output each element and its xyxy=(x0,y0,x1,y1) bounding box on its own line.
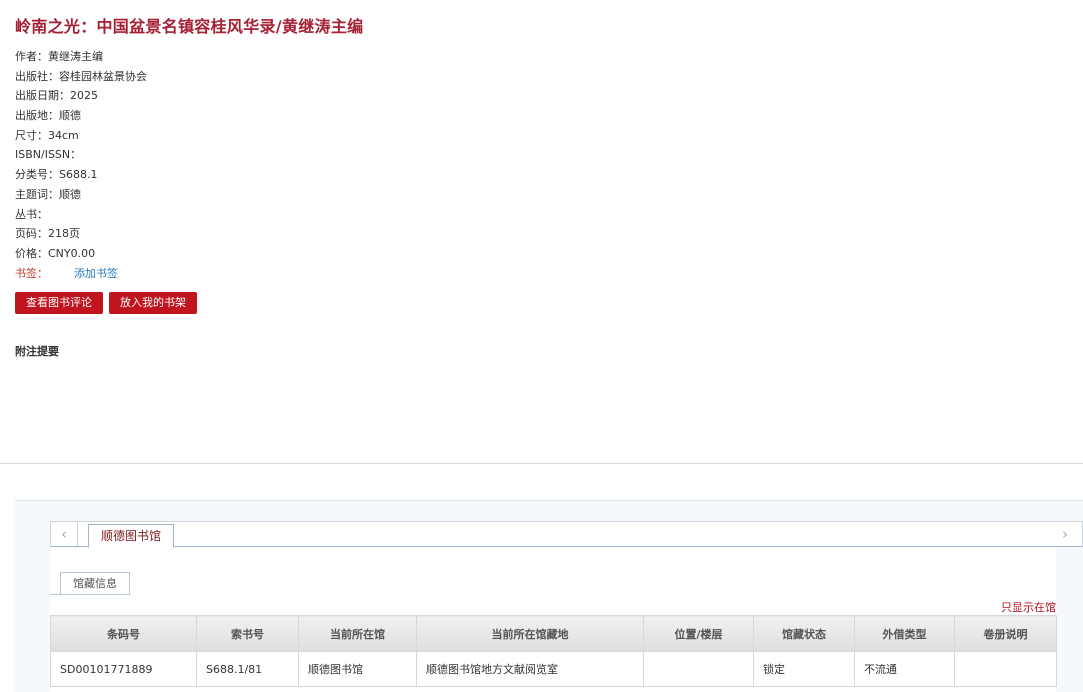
meta-pages: 页码：218页 xyxy=(15,227,80,241)
meta-isbn: ISBN/ISSN： xyxy=(15,148,82,162)
action-buttons: 查看图书评论 放入我的书架 xyxy=(15,292,201,314)
col-volume-note[interactable]: 卷册说明 xyxy=(954,615,1057,652)
meta-author: 作者：黄继涛主编 xyxy=(15,50,103,63)
tab-prev-icon[interactable]: ‹ xyxy=(51,522,78,546)
book-metadata: 作者：黄继涛主编 出版社：容桂园林盆景协会 出版日期：2025 出版地：顺德 尺… xyxy=(15,50,147,286)
meta-size: 尺寸：34cm xyxy=(15,128,79,142)
cell-current-location: 顺德图书馆地方文献阅览室 xyxy=(416,651,644,687)
col-barcode[interactable]: 条码号 xyxy=(50,615,197,652)
col-current-location[interactable]: 当前所在馆藏地 xyxy=(416,615,644,652)
cell-volume-note xyxy=(954,651,1057,687)
meta-subject: 主题词：顺德 xyxy=(15,187,81,201)
tab-next-icon[interactable]: › xyxy=(1052,522,1078,546)
meta-pub-date: 出版日期：2025 xyxy=(15,89,98,103)
col-shelf-floor[interactable]: 位置/楼层 xyxy=(643,615,754,652)
notes-heading: 附注提要 xyxy=(15,345,59,358)
table-header-row: 条码号 索书号 当前所在馆 当前所在馆藏地 位置/楼层 馆藏状态 外借类型 卷册… xyxy=(50,615,1057,652)
cell-loan-type: 不流通 xyxy=(854,651,955,687)
view-reviews-button[interactable]: 查看图书评论 xyxy=(15,292,103,314)
tab-holdings-info[interactable]: 馆藏信息 xyxy=(60,572,130,595)
meta-classification: 分类号：S688.1 xyxy=(15,168,98,182)
section-divider xyxy=(0,463,1083,464)
col-current-library[interactable]: 当前所在馆 xyxy=(298,615,417,652)
library-tab-bar: ‹ 顺德图书馆 › xyxy=(50,521,1083,548)
meta-series: 丛书： xyxy=(15,207,48,221)
tab-shunde-library[interactable]: 顺德图书馆 xyxy=(88,524,175,548)
meta-price: 价格：CNY0.00 xyxy=(15,246,96,260)
bookmark-row: 书签： 添加书签 xyxy=(15,267,147,287)
meta-publisher: 出版社：容桂园林盆景协会 xyxy=(15,69,147,83)
add-to-shelf-button[interactable]: 放入我的书架 xyxy=(109,292,197,314)
cell-shelf-floor xyxy=(643,651,754,687)
subtab-underline xyxy=(50,594,130,595)
cell-barcode: SD00101771889 xyxy=(50,651,197,687)
holdings-panel: ‹ 顺德图书馆 › 馆藏信息 只显示在馆 条码号 索书号 当前所在馆 当前所在馆… xyxy=(15,500,1083,692)
col-loan-type[interactable]: 外借类型 xyxy=(854,615,955,652)
book-title: 岭南之光：中国盆景名镇容桂风华录/黄继涛主编 xyxy=(15,17,364,36)
add-bookmark-link[interactable]: 添加书签 xyxy=(74,267,118,280)
bookmark-label: 书签： xyxy=(15,266,48,280)
col-status[interactable]: 馆藏状态 xyxy=(753,615,855,652)
cell-current-library: 顺德图书馆 xyxy=(298,651,417,687)
col-call-number[interactable]: 索书号 xyxy=(196,615,299,652)
cell-status: 锁定 xyxy=(753,651,855,687)
cell-call-number: S688.1/81 xyxy=(196,651,299,687)
holdings-table: 条码号 索书号 当前所在馆 当前所在馆藏地 位置/楼层 馆藏状态 外借类型 卷册… xyxy=(50,615,1057,687)
table-row[interactable]: SD00101771889 S688.1/81 顺德图书馆 顺德图书馆地方文献阅… xyxy=(50,651,1057,687)
holdings-content: 馆藏信息 只显示在馆 条码号 索书号 当前所在馆 当前所在馆藏地 位置/楼层 馆… xyxy=(50,548,1057,692)
only-in-library-link[interactable]: 只显示在馆 xyxy=(1001,599,1056,615)
meta-pub-place: 出版地：顺德 xyxy=(15,109,81,123)
